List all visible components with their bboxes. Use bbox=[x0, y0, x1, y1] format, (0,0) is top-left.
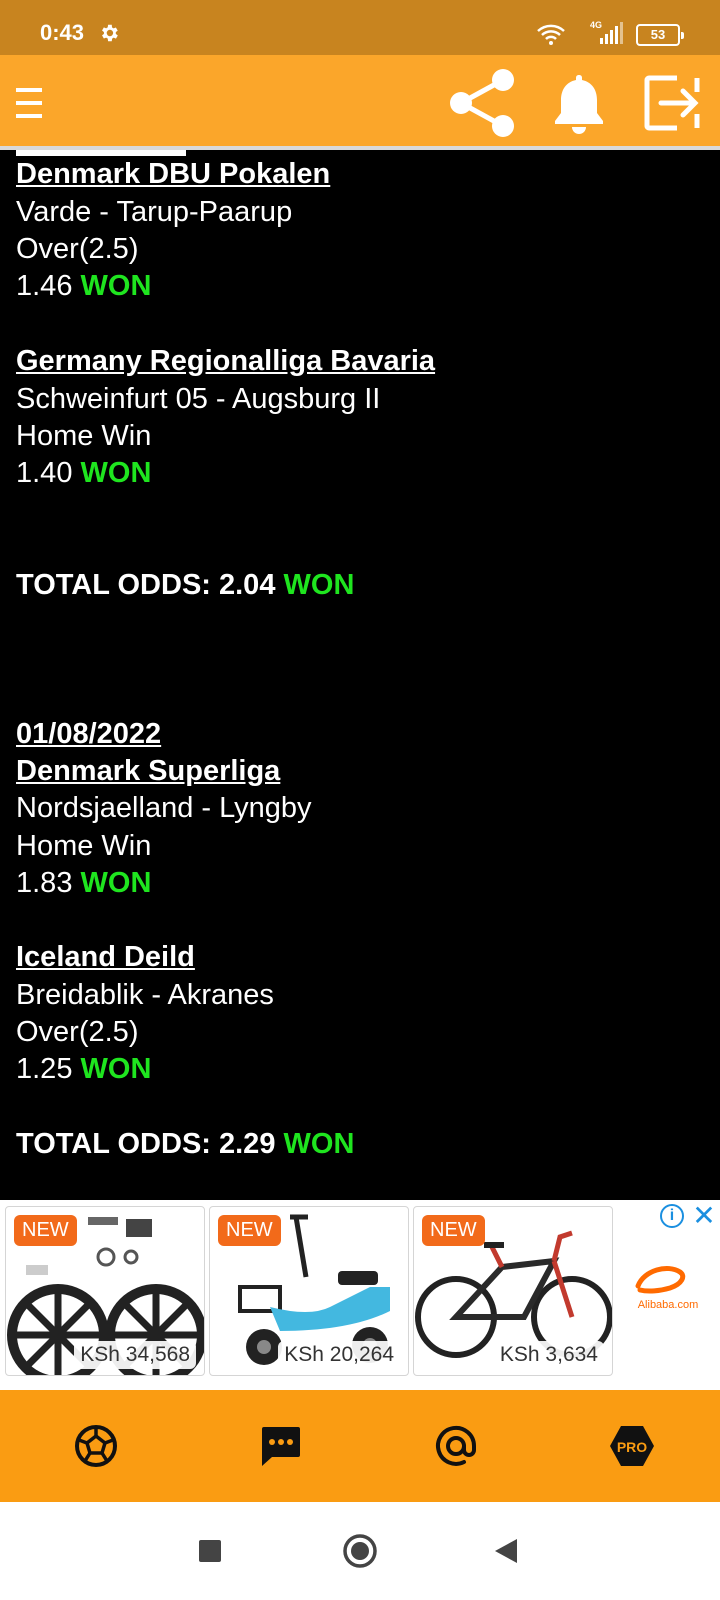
ad-product-card[interactable]: NEW KSh 3,634 bbox=[413, 1206, 613, 1376]
square-icon bbox=[199, 1540, 221, 1562]
logout-button[interactable] bbox=[634, 55, 710, 150]
odds-line: 1.83 WON bbox=[16, 867, 151, 900]
match-teams: Nordsjaelland - Lyngby bbox=[16, 792, 312, 824]
league-title: Iceland Deild bbox=[16, 941, 195, 973]
wifi-icon bbox=[536, 22, 566, 51]
prediction-pick: Home Win bbox=[16, 420, 152, 452]
back-triangle-icon bbox=[495, 1539, 517, 1563]
ad-product-card[interactable]: NEW KSh 34,568 bbox=[5, 1206, 205, 1376]
at-sign-icon bbox=[436, 1425, 477, 1466]
product-price: KSh 3,634 bbox=[493, 1341, 604, 1369]
new-badge: NEW bbox=[218, 1215, 281, 1246]
tip-date: 01/08/2022 bbox=[16, 718, 162, 750]
match-teams: Varde - Tarup-Paarup bbox=[16, 196, 293, 228]
nav-pro[interactable]: PRO bbox=[572, 1390, 692, 1502]
nav-contact[interactable] bbox=[396, 1390, 516, 1502]
total-odds: TOTAL ODDS: 2.04 WON bbox=[16, 569, 354, 602]
result-badge: WON bbox=[80, 457, 152, 489]
network-type: 4G bbox=[590, 20, 603, 30]
nav-football[interactable] bbox=[36, 1390, 156, 1502]
match-teams: Breidablik - Akranes bbox=[16, 979, 274, 1011]
odds-line: 1.46 WON bbox=[16, 270, 151, 303]
result-badge: WON bbox=[80, 270, 152, 302]
odds-value: 1.25 bbox=[16, 1053, 73, 1085]
odds-value: 1.46 bbox=[16, 270, 73, 302]
total-odds: TOTAL ODDS: 2.29 WON bbox=[16, 1128, 354, 1161]
app-toolbar bbox=[0, 55, 720, 150]
home-circle-icon bbox=[343, 1534, 377, 1568]
bottom-navigation: PRO bbox=[0, 1390, 720, 1502]
league-title: Germany Regionalliga Bavaria bbox=[16, 345, 436, 377]
new-badge: NEW bbox=[422, 1215, 485, 1246]
pro-label: PRO bbox=[617, 1439, 647, 1455]
total-odds-label: TOTAL ODDS: 2.04 bbox=[16, 569, 276, 601]
result-badge: WON bbox=[283, 569, 355, 601]
odds-value: 1.40 bbox=[16, 457, 73, 489]
share-icon bbox=[450, 68, 514, 137]
ad-product-card[interactable]: NEW KSh 20,264 bbox=[209, 1206, 409, 1376]
odds-value: 1.83 bbox=[16, 867, 73, 899]
prediction-pick: Over(2.5) bbox=[16, 1016, 139, 1048]
predictions-list: Denmark DBU Pokalen Varde - Tarup-Paarup… bbox=[0, 150, 720, 1200]
prediction-pick: Over(2.5) bbox=[16, 233, 139, 265]
alibaba-brand-text: Alibaba.com bbox=[638, 1299, 699, 1311]
system-navigation-bar bbox=[0, 1502, 720, 1600]
league-title: Denmark DBU Pokalen bbox=[16, 158, 331, 190]
share-button[interactable] bbox=[444, 55, 520, 150]
result-badge: WON bbox=[80, 867, 152, 899]
settings-gear-icon bbox=[98, 22, 120, 49]
back-button[interactable] bbox=[466, 1502, 546, 1600]
product-price: KSh 34,568 bbox=[74, 1341, 196, 1369]
odds-line: 1.25 WON bbox=[16, 1053, 151, 1086]
total-odds-label: TOTAL ODDS: 2.29 bbox=[16, 1128, 276, 1160]
home-button[interactable] bbox=[320, 1502, 400, 1600]
recent-apps-button[interactable] bbox=[170, 1502, 250, 1600]
ad-close-icon[interactable]: ✕ bbox=[692, 1202, 716, 1230]
pro-icon: PRO bbox=[610, 1426, 654, 1466]
chat-icon bbox=[262, 1427, 300, 1466]
cut-off-underline bbox=[16, 150, 186, 156]
battery-indicator: 53 bbox=[636, 24, 684, 46]
nav-chat[interactable] bbox=[220, 1390, 340, 1502]
ad-info-icon[interactable]: i bbox=[660, 1204, 684, 1228]
ad-banner: NEW KSh 34,568 NEW KSh 20,264 NEW KSh 3,… bbox=[0, 1200, 720, 1390]
status-bar: 0:43 4G 53 bbox=[0, 0, 720, 55]
menu-icon bbox=[16, 87, 42, 118]
status-time: 0:43 bbox=[40, 20, 85, 45]
alibaba-logo[interactable]: Alibaba.com bbox=[628, 1256, 708, 1316]
football-icon bbox=[75, 1425, 117, 1467]
result-badge: WON bbox=[80, 1053, 152, 1085]
new-badge: NEW bbox=[14, 1215, 77, 1246]
league-title: Denmark Superliga bbox=[16, 755, 281, 787]
menu-button[interactable] bbox=[8, 55, 52, 150]
exit-icon bbox=[644, 75, 700, 130]
product-price: KSh 20,264 bbox=[278, 1341, 400, 1369]
match-teams: Schweinfurt 05 - Augsburg II bbox=[16, 383, 381, 415]
prediction-pick: Home Win bbox=[16, 830, 152, 862]
odds-line: 1.40 WON bbox=[16, 457, 151, 490]
result-badge: WON bbox=[283, 1128, 355, 1160]
notifications-button[interactable] bbox=[544, 55, 614, 150]
bell-icon bbox=[555, 74, 603, 134]
